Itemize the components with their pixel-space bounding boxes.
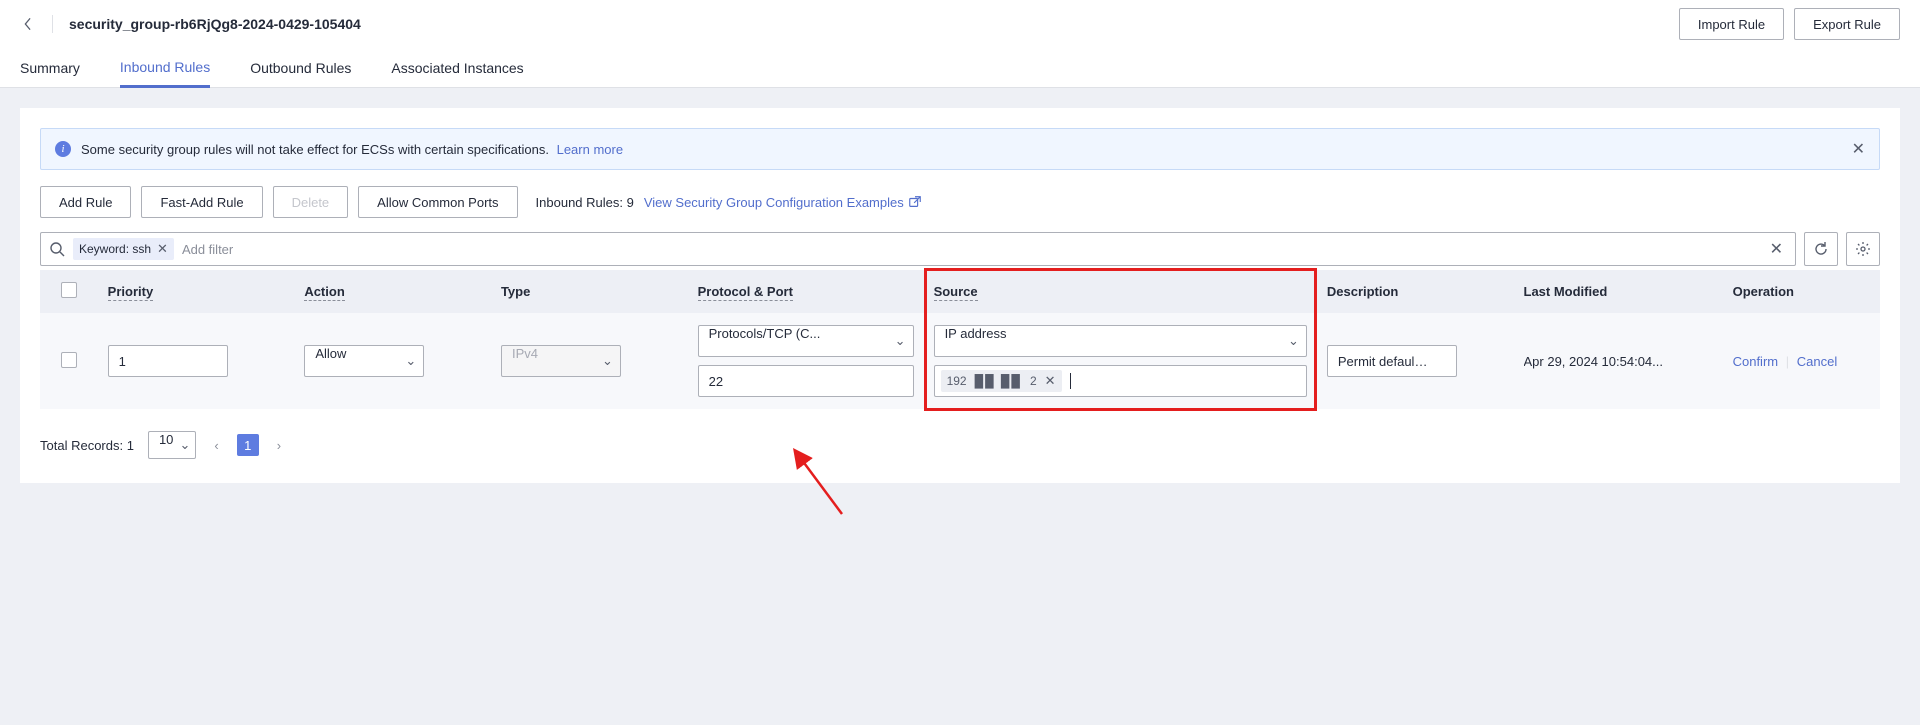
col-source: Source [934,284,978,301]
header-divider [52,15,53,33]
col-action: Action [304,284,344,301]
chevron-left-icon [23,17,33,31]
page-title: security_group-rb6RjQg8-2024-0429-105404 [69,16,361,32]
col-modified: Last Modified [1524,284,1608,299]
inbound-rules-count-label: Inbound Rules: 9 [536,195,634,210]
total-records-label: Total Records: 1 [40,438,134,453]
col-priority: Priority [108,284,154,301]
protocol-select[interactable]: Protocols/TCP (C... [698,325,914,357]
banner-close-button[interactable]: ✕ [1852,139,1865,159]
banner-text: Some security group rules will not take … [81,142,549,157]
ip-chip-remove[interactable]: ✕ [1045,373,1056,389]
source-type-select[interactable]: IP address [934,325,1307,357]
add-rule-button[interactable]: Add Rule [40,186,131,218]
tab-summary[interactable]: Summary [20,48,80,88]
tab-bar: Summary Inbound Rules Outbound Rules Ass… [0,48,1920,88]
table-row: Allow ⌄ IPv4 ⌄ Protocols/TCP (C [40,313,1880,409]
text-cursor [1070,373,1071,389]
source-ip-input[interactable]: 192██ ██2 ✕ [934,365,1307,397]
filter-chip-label: Keyword: ssh [79,242,151,256]
port-input[interactable] [698,365,914,397]
learn-more-link[interactable]: Learn more [557,142,623,157]
filter-input[interactable] [182,242,1762,257]
filter-chip-remove[interactable]: ✕ [157,241,168,257]
tab-inbound-rules[interactable]: Inbound Rules [120,48,210,88]
toolbar: Add Rule Fast-Add Rule Delete Allow Comm… [40,186,1880,218]
col-description: Description [1327,284,1399,299]
description-input[interactable] [1327,345,1457,377]
action-select[interactable]: Allow [304,345,424,377]
settings-button[interactable] [1846,232,1880,266]
page-size-select[interactable]: 10 [148,431,196,459]
ip-chip[interactable]: 192██ ██2 ✕ [941,370,1062,392]
priority-input[interactable] [108,345,228,377]
type-select[interactable]: IPv4 [501,345,621,377]
fast-add-rule-button[interactable]: Fast-Add Rule [141,186,262,218]
tab-outbound-rules[interactable]: Outbound Rules [250,48,351,88]
cancel-button[interactable]: Cancel [1797,354,1837,369]
config-examples-link[interactable]: View Security Group Configuration Exampl… [644,195,922,210]
filter-bar[interactable]: Keyword: ssh ✕ ✕ [40,232,1796,266]
row-checkbox[interactable] [61,352,77,368]
last-modified-text: Apr 29, 2024 10:54:04... [1524,354,1664,369]
import-rule-button[interactable]: Import Rule [1679,8,1784,40]
info-banner: i Some security group rules will not tak… [40,128,1880,170]
pagination: Total Records: 1 10 ⌄ ‹ 1 › [40,431,1880,459]
select-all-checkbox[interactable] [61,282,77,298]
external-link-icon [908,195,922,209]
delete-button[interactable]: Delete [273,186,349,218]
tab-associated-instances[interactable]: Associated Instances [391,48,523,88]
filter-clear-button[interactable]: ✕ [1770,239,1783,259]
col-protocol: Protocol & Port [698,284,793,301]
export-rule-button[interactable]: Export Rule [1794,8,1900,40]
prev-page-button[interactable]: ‹ [210,434,222,457]
col-type: Type [501,284,530,299]
refresh-button[interactable] [1804,232,1838,266]
gear-icon [1855,241,1871,257]
content-card: i Some security group rules will not tak… [20,108,1900,483]
rules-table: Priority Action Type Protocol & Port Sou… [40,270,1880,409]
info-icon: i [55,141,71,157]
refresh-icon [1813,241,1829,257]
confirm-button[interactable]: Confirm [1733,354,1779,369]
allow-common-ports-button[interactable]: Allow Common Ports [358,186,517,218]
next-page-button[interactable]: › [273,434,285,457]
col-operation: Operation [1733,284,1794,299]
search-icon [49,241,65,257]
back-button[interactable] [20,16,36,32]
page-number[interactable]: 1 [237,434,259,456]
header-bar: security_group-rb6RjQg8-2024-0429-105404… [0,0,1920,48]
filter-chip-keyword[interactable]: Keyword: ssh ✕ [73,238,174,260]
